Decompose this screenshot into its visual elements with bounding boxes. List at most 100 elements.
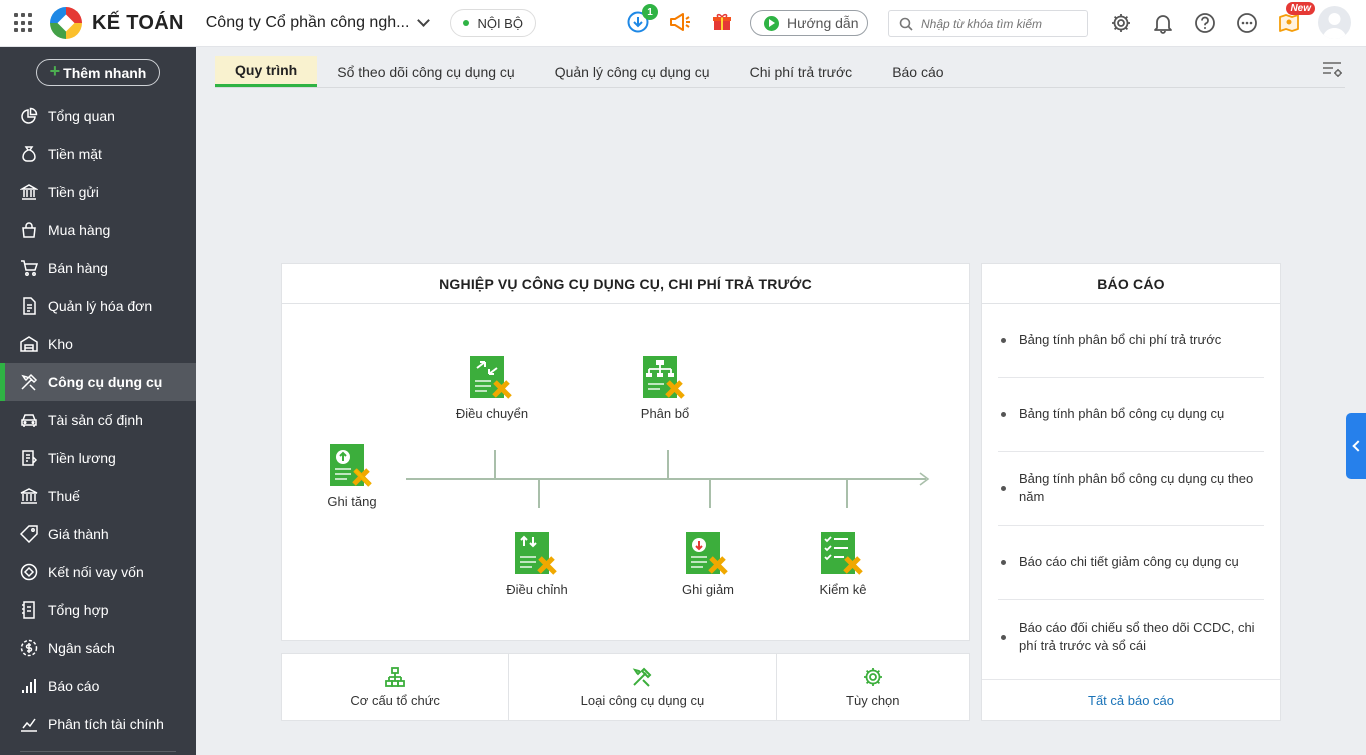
arrow-right-icon	[919, 472, 930, 486]
download-button[interactable]: 1	[626, 4, 658, 34]
connector-line	[494, 450, 496, 478]
sidebar-divider	[20, 751, 176, 752]
search-box[interactable]	[888, 10, 1088, 37]
report-link[interactable]: Báo cáo chi tiết giảm công cụ dụng cụ	[998, 552, 1264, 572]
sidebar-item-fixed-assets[interactable]: Tài sản cố định	[0, 401, 196, 439]
settings-button[interactable]	[1109, 11, 1133, 35]
gift-icon	[713, 13, 731, 30]
process-title: NGHIỆP VỤ CÔNG CỤ DỤNG CỤ, CHI PHÍ TRẢ T…	[282, 264, 969, 304]
help-icon	[1195, 13, 1215, 33]
node-dieu-chuyen[interactable]: Điều chuyển	[442, 356, 542, 421]
shopping-bag-icon	[22, 222, 36, 238]
report-divider	[998, 451, 1264, 452]
status-dot-icon	[463, 20, 470, 26]
cart-icon	[21, 260, 38, 276]
quick-add-label: Thêm nhanh	[63, 64, 147, 81]
sidebar-item-tax[interactable]: Thuế	[0, 477, 196, 515]
shortcut-bar: Cơ cấu tổ chức Loại công cụ dụng cụ Tùy …	[281, 653, 970, 721]
tools-icon	[633, 667, 652, 687]
tab-settings-icon[interactable]	[1322, 60, 1344, 78]
quick-add-button[interactable]: + Thêm nhanh	[36, 59, 160, 86]
app-logo[interactable]: KẾ TOÁN	[50, 7, 184, 39]
sidebar-item-financial-analysis[interactable]: Phân tích tài chính	[0, 705, 196, 743]
tab-tool-ledger[interactable]: Sổ theo dõi công cụ dụng cụ	[317, 56, 534, 87]
sidebar-item-cost[interactable]: Giá thành	[0, 515, 196, 553]
record-decrease-icon	[686, 532, 728, 575]
node-dieu-chinh[interactable]: Điều chỉnh	[487, 532, 587, 597]
tab-prepaid-expenses[interactable]: Chi phí trả trước	[730, 56, 873, 87]
all-reports-link[interactable]: Tất cả báo cáo	[982, 679, 1280, 721]
report-title: BÁO CÁO	[982, 264, 1280, 304]
node-kiem-ke[interactable]: Kiểm kê	[793, 532, 893, 597]
sidebar-item-deposit[interactable]: Tiền gửi	[0, 173, 196, 211]
report-link[interactable]: Bảng tính phân bổ công cụ dụng cụ theo n…	[998, 470, 1264, 506]
bell-icon	[1154, 15, 1172, 34]
help-button[interactable]	[1193, 11, 1217, 35]
options-button[interactable]: Tùy chọn	[777, 654, 969, 720]
payroll-icon	[22, 450, 38, 466]
connector-line	[667, 450, 669, 478]
report-divider	[998, 377, 1264, 378]
record-increase-icon	[330, 444, 372, 487]
search-icon	[899, 17, 913, 31]
price-tag-icon	[20, 525, 38, 543]
sidebar-item-loan[interactable]: Kết nối vay vốn	[0, 553, 196, 591]
bar-chart-icon	[22, 679, 36, 693]
transfer-icon	[470, 356, 512, 399]
sidebar-item-invoices[interactable]: Quản lý hóa đơn	[0, 287, 196, 325]
connector-line	[709, 479, 711, 508]
sidebar-item-budget[interactable]: Ngân sách	[0, 629, 196, 667]
guide-button[interactable]: Hướng dẫn	[750, 10, 868, 36]
allocation-icon	[643, 356, 685, 399]
report-link[interactable]: Bảng tính phân bổ công cụ dụng cụ	[998, 404, 1264, 424]
whats-new-button[interactable]: New	[1277, 2, 1315, 35]
sidebar-item-overview[interactable]: Tổng quan	[0, 97, 196, 135]
scope-selector[interactable]: NỘI BỘ	[450, 9, 536, 37]
right-actions: New	[1109, 2, 1315, 35]
gear-icon	[1112, 14, 1130, 32]
sidebar-item-cash[interactable]: Tiền mặt	[0, 135, 196, 173]
node-ghi-tang[interactable]: Ghi tăng	[302, 444, 402, 509]
node-phan-bo[interactable]: Phân bổ	[615, 356, 715, 421]
apps-grid-icon[interactable]	[14, 13, 34, 33]
car-icon	[21, 414, 37, 427]
sidebar-item-sales[interactable]: Bán hàng	[0, 249, 196, 287]
tab-process[interactable]: Quy trình	[215, 56, 318, 87]
sidebar-item-payroll[interactable]: Tiền lương	[0, 439, 196, 477]
tab-reports[interactable]: Báo cáo	[872, 56, 963, 87]
sidebar-item-tools[interactable]: Công cụ dụng cụ	[0, 363, 196, 401]
tab-bar: Quy trình Sổ theo dõi công cụ dụng cụ Qu…	[215, 56, 1345, 88]
report-link[interactable]: Báo cáo đối chiếu sổ theo dõi CCDC, chi …	[998, 619, 1264, 655]
company-selector[interactable]: Công ty Cổ phần công ngh...	[205, 14, 431, 32]
company-name: Công ty Cổ phần công ngh...	[205, 14, 410, 31]
tab-tool-management[interactable]: Quản lý công cụ dụng cụ	[535, 56, 730, 87]
more-button[interactable]	[1235, 11, 1259, 35]
connector-line	[846, 479, 848, 508]
gift-button[interactable]	[710, 10, 734, 34]
notification-button[interactable]	[1151, 11, 1175, 35]
inventory-check-icon	[821, 532, 863, 575]
announcement-button[interactable]	[668, 10, 692, 34]
more-dots-icon	[1237, 13, 1257, 33]
sidebar-item-reports[interactable]: Báo cáo	[0, 667, 196, 705]
money-bag-icon	[22, 146, 36, 162]
org-structure-button[interactable]: Cơ cấu tổ chức	[282, 654, 510, 720]
search-input[interactable]	[921, 16, 1081, 31]
sidebar-item-purchase[interactable]: Mua hàng	[0, 211, 196, 249]
megaphone-icon	[670, 13, 690, 31]
warehouse-icon	[20, 336, 38, 352]
tool-type-button[interactable]: Loại công cụ dụng cụ	[509, 654, 777, 720]
sidebar-item-warehouse[interactable]: Kho	[0, 325, 196, 363]
report-divider	[998, 525, 1264, 526]
node-ghi-giam[interactable]: Ghi giảm	[658, 532, 758, 597]
report-card: BÁO CÁO Bảng tính phân bổ chi phí trả tr…	[981, 263, 1281, 721]
avatar[interactable]	[1318, 6, 1351, 39]
budget-icon	[20, 639, 38, 657]
side-panel-toggle[interactable]	[1346, 413, 1366, 479]
sidebar-item-summary[interactable]: Tổng hợp	[0, 591, 196, 629]
chevron-down-icon	[417, 14, 431, 27]
report-link[interactable]: Bảng tính phân bổ chi phí trả trước	[998, 330, 1264, 350]
download-badge: 1	[642, 4, 658, 20]
scope-label: NỘI BỘ	[477, 15, 523, 31]
logo-icon	[50, 7, 82, 39]
